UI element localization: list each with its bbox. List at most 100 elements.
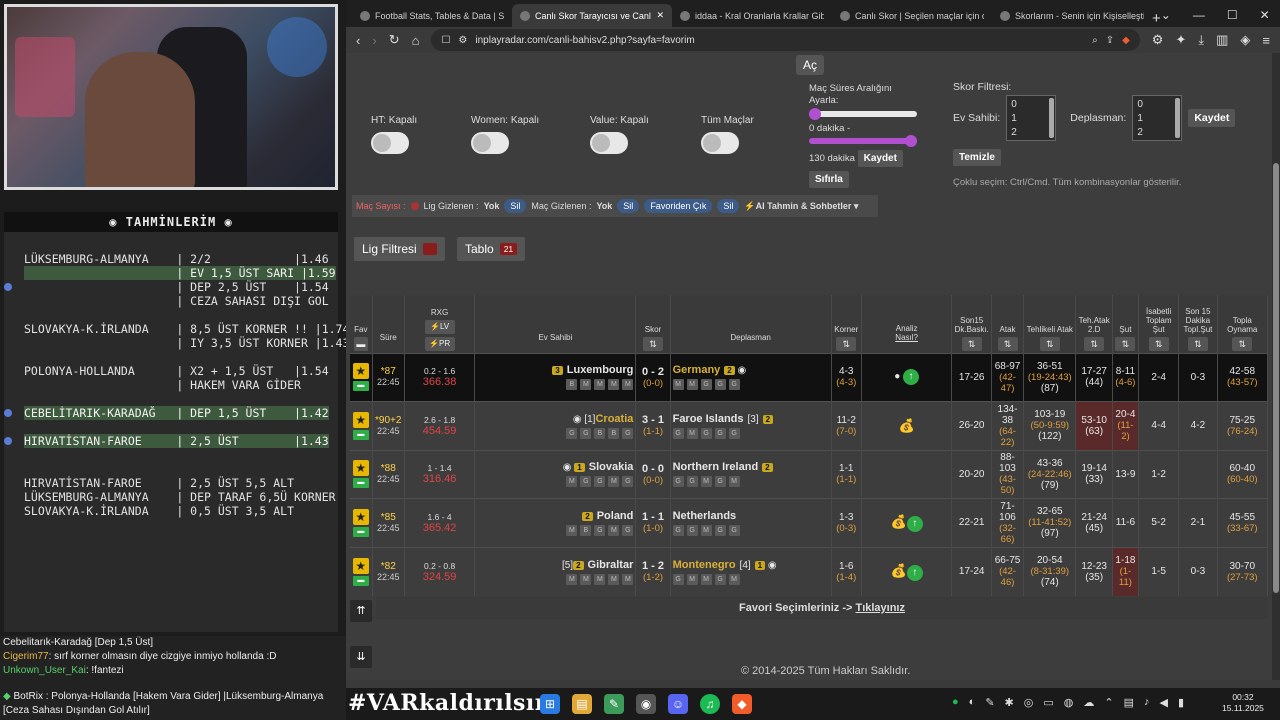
lv-sort-button[interactable]: ⚡LV	[424, 319, 455, 334]
home-icon[interactable]: ⌂	[412, 33, 420, 48]
close-icon[interactable]: ✕	[1260, 8, 1270, 22]
dangerous-sort-button[interactable]: ⇅	[1039, 336, 1060, 351]
chart-icon[interactable]: ▬	[352, 478, 369, 489]
possession-sort-button[interactable]: ⇅	[1232, 336, 1253, 351]
browser-tab[interactable]: iddaa - Kral Oranlarla Krallar Gibi K	[672, 4, 832, 27]
volume-icon[interactable]: ◀	[1160, 696, 1168, 709]
new-tab-button[interactable]: +	[1152, 10, 1161, 27]
browser-tab[interactable]: Football Stats, Tables & Data | Socc	[352, 4, 512, 27]
home-team-name[interactable]: Gibraltar	[588, 559, 634, 571]
maximize-icon[interactable]: ☐	[1227, 8, 1238, 22]
browser-tab[interactable]: Canlı Skor Tarayıcısı ve Canlı Sk ✕	[512, 4, 672, 27]
app-tray-icon[interactable]: ◐	[969, 696, 976, 709]
menu-icon[interactable]: ≡	[1262, 33, 1270, 48]
favorites-link[interactable]: Tıklayınız	[855, 602, 905, 614]
chevron-down-icon[interactable]: ⌄	[1161, 8, 1171, 22]
chevron-up-icon[interactable]: ⌃	[1104, 696, 1113, 709]
away-team-name[interactable]: Northern Ireland	[673, 461, 759, 473]
accurate-sort-button[interactable]: ⇅	[1148, 336, 1169, 351]
browser-tab[interactable]: Canlı Skor | Seçilen maçlar için canl	[832, 4, 992, 27]
delete-match-hidden-button[interactable]: Sil	[617, 199, 640, 213]
home-score-option[interactable]: 2	[1011, 126, 1051, 140]
open-button[interactable]: Aç	[796, 55, 824, 75]
network-icon[interactable]: ▤	[1124, 696, 1134, 709]
wallet-icon[interactable]: ◈	[1240, 32, 1250, 48]
away-team-name[interactable]: Netherlands	[673, 510, 737, 522]
corner-sort-button[interactable]: ⇅	[836, 336, 857, 351]
chart-icon[interactable]: ▬	[352, 526, 369, 537]
remove-favorite-button[interactable]: Favoriden Çık	[644, 199, 713, 213]
chart-icon[interactable]: ▬	[352, 575, 369, 586]
trash-icon[interactable]: ▬	[353, 336, 368, 351]
last15-sort-button[interactable]: ⇅	[1187, 336, 1208, 351]
star-icon[interactable]: ★	[352, 508, 369, 525]
duration-min-slider[interactable]	[809, 108, 917, 120]
home-score-option[interactable]: 0	[1011, 98, 1051, 112]
cloud-icon[interactable]: ☁	[1083, 696, 1094, 709]
file-explorer-icon[interactable]: ▤	[572, 694, 592, 714]
away-score-option[interactable]: 0	[1137, 98, 1177, 112]
bluetooth-icon[interactable]: ✱	[1005, 696, 1014, 709]
arrow-up-icon[interactable]: ↑	[906, 515, 923, 532]
reload-icon[interactable]: ↻	[389, 32, 400, 48]
forward-icon[interactable]: ›	[372, 33, 376, 48]
scroll-down-button[interactable]: ⇊	[350, 646, 372, 668]
url-field[interactable]: ☐ ⚙ inplayradar.com/canli-bahisv2.php?sa…	[431, 29, 1140, 51]
score-sort-button[interactable]: ⇅	[642, 336, 663, 351]
women-toggle[interactable]	[471, 132, 509, 154]
star-icon[interactable]: ★	[352, 460, 369, 477]
pr-sort-button[interactable]: ⚡PR	[424, 336, 455, 351]
money-bag-icon[interactable]: 💰	[899, 418, 915, 434]
brave-icon[interactable]: ◆	[732, 694, 752, 714]
home-team-name[interactable]: Luxembourg	[567, 364, 634, 376]
money-bag-icon[interactable]: 💰	[891, 563, 907, 579]
duration-max-slider[interactable]	[809, 135, 917, 147]
shot-sort-button[interactable]: ⇅	[1115, 336, 1136, 351]
page-scrollbar[interactable]	[1272, 53, 1280, 680]
site-info-icon[interactable]: ⚙	[458, 35, 467, 46]
reset-button[interactable]: Sıfırla	[809, 171, 849, 188]
threat-sort-button[interactable]: ⇅	[1084, 336, 1105, 351]
discord-icon[interactable]: ☺	[668, 694, 688, 714]
away-team-name[interactable]: Germany	[673, 364, 721, 376]
sidebar-icon[interactable]: ▥	[1216, 32, 1228, 48]
home-team-name[interactable]: Poland	[597, 510, 634, 522]
spotify-icon[interactable]: ♫	[700, 694, 720, 714]
ht-toggle[interactable]	[371, 132, 409, 154]
star-icon[interactable]: ★	[352, 363, 369, 380]
arrow-up-icon[interactable]: ↑	[906, 564, 923, 581]
away-score-option[interactable]: 2	[1137, 126, 1177, 140]
max-slider-knob[interactable]	[905, 135, 917, 147]
display-icon[interactable]: ▭	[1043, 696, 1053, 709]
away-team-name[interactable]: Montenegro	[673, 559, 736, 571]
star-icon[interactable]: ★	[352, 557, 369, 574]
ai-chat-dropdown[interactable]: ⚡AI Tahmin & Sohbetler ▾	[744, 201, 858, 212]
chart-icon[interactable]: ▬	[352, 381, 369, 392]
clear-button[interactable]: Temizle	[953, 149, 1001, 166]
download-icon[interactable]: ⤓	[1198, 32, 1204, 48]
away-team-name[interactable]: Faroe Islands	[673, 413, 744, 425]
league-filter-button[interactable]: Lig Filtresi	[354, 237, 445, 261]
min-slider-knob[interactable]	[809, 108, 821, 120]
money-bag-icon[interactable]: 💰	[891, 514, 907, 530]
puzzle-icon[interactable]: ✦	[1175, 32, 1186, 48]
pen-icon[interactable]: ✎	[985, 696, 994, 709]
all-matches-toggle[interactable]	[701, 132, 739, 154]
away-score-listbox[interactable]: 0 1 2	[1132, 95, 1183, 141]
windows-start-icon[interactable]: ⊞	[540, 694, 560, 714]
chrome-tray-icon[interactable]: ◍	[1064, 696, 1074, 709]
table-button[interactable]: Tablo 21	[457, 237, 526, 261]
obs-icon[interactable]: ◉	[636, 694, 656, 714]
spotify-tray-icon[interactable]: ●	[952, 696, 959, 709]
brave-shield-icon[interactable]: ◆	[1122, 35, 1130, 46]
attack-sort-button[interactable]: ⇅	[997, 336, 1018, 351]
arrow-up-icon[interactable]: ↑	[903, 369, 920, 386]
zoom-icon[interactable]: ⌕	[1092, 35, 1098, 46]
minimize-icon[interactable]: —	[1193, 8, 1205, 22]
battery-icon[interactable]: ▮	[1178, 696, 1184, 709]
home-score-option[interactable]: 1	[1011, 112, 1051, 126]
value-toggle[interactable]	[590, 132, 628, 154]
tab-close-icon[interactable]: ✕	[656, 10, 664, 21]
scroll-up-button[interactable]: ⇈	[350, 600, 372, 622]
back-icon[interactable]: ‹	[356, 33, 360, 48]
